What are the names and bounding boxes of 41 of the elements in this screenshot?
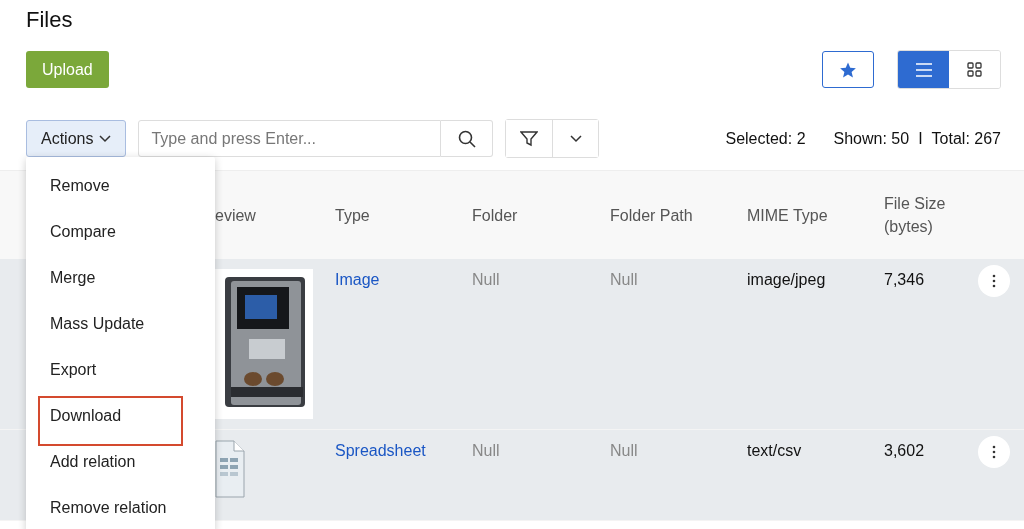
- menu-item[interactable]: Remove: [50, 177, 110, 195]
- table-cell-text: Null: [471, 441, 501, 461]
- type-link[interactable]: Spreadsheet: [323, 430, 460, 460]
- more-icon: [992, 445, 996, 459]
- favorite-button[interactable]: [822, 51, 874, 88]
- search-button[interactable]: [441, 120, 494, 157]
- search-icon: [457, 129, 476, 148]
- column-header[interactable]: Type: [323, 203, 460, 227]
- menu-item[interactable]: Add relation: [50, 453, 136, 471]
- menu-item[interactable]: Download: [50, 407, 122, 425]
- column-header[interactable]: Folder Path: [598, 203, 735, 227]
- search-field[interactable]: Type and press Enter...: [138, 120, 442, 157]
- table-cell-text: 3,602: [883, 441, 926, 461]
- shown-count: Shown: 50: [833, 129, 910, 148]
- actions-button[interactable]: Actions: [26, 120, 127, 157]
- separator: I: [918, 129, 923, 148]
- type-link[interactable]: Image: [323, 259, 460, 289]
- grid-icon: [967, 62, 982, 77]
- menu-item[interactable]: Compare: [50, 223, 116, 241]
- page-title: Files: [26, 6, 74, 34]
- chevron-down-icon: [99, 134, 112, 143]
- filter-icon: [520, 130, 539, 147]
- column-header[interactable]: File Size (bytes): [872, 192, 954, 238]
- table-cell-text: Null: [609, 441, 639, 461]
- menu-item[interactable]: Merge: [50, 269, 96, 287]
- total-count: Total: 267: [931, 129, 1001, 148]
- menu-item[interactable]: Export: [50, 361, 97, 379]
- table-cell-text: text/csv: [746, 441, 803, 461]
- table-cell-text: 7,346: [883, 270, 926, 290]
- column-header[interactable]: MIME Type: [735, 203, 872, 227]
- table-cell-text: Null: [471, 270, 501, 290]
- column-header[interactable]: Folder: [460, 203, 598, 227]
- table-cell-text: Null: [609, 270, 639, 290]
- menu-icon: [914, 62, 933, 77]
- chevron-down-icon: [569, 134, 582, 143]
- menu-item[interactable]: Remove relation: [50, 499, 167, 517]
- menu-item[interactable]: Mass Update: [50, 315, 145, 333]
- table-cell-text: image/jpeg: [746, 270, 827, 290]
- more-icon: [992, 274, 996, 288]
- selected-count: Selected: 2: [725, 129, 806, 148]
- list-view-button[interactable]: [898, 51, 949, 88]
